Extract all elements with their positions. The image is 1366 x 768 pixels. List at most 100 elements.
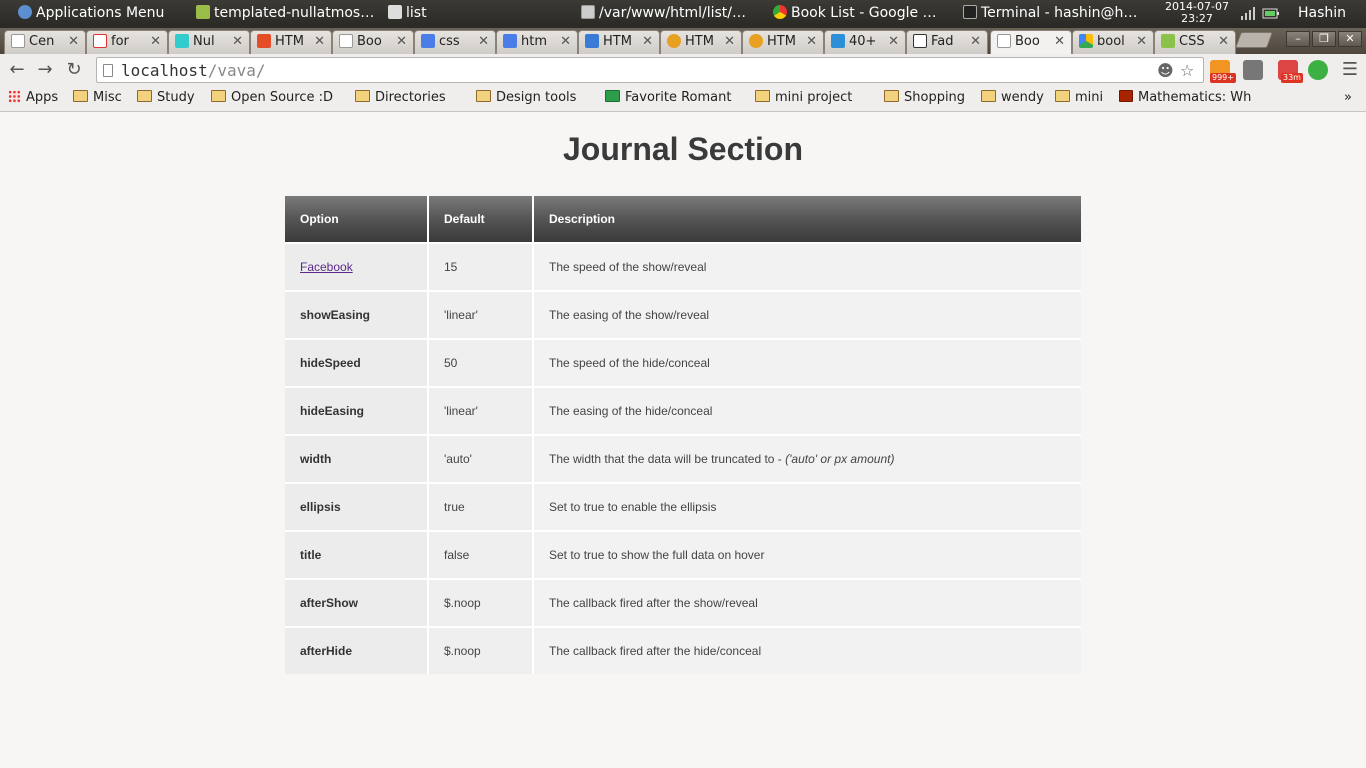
- maximize-button[interactable]: ❐: [1312, 31, 1336, 47]
- page-info-icon[interactable]: [103, 64, 113, 77]
- close-icon[interactable]: ✕: [232, 34, 243, 49]
- close-icon[interactable]: ✕: [1218, 34, 1229, 49]
- reddit-icon[interactable]: ☻: [1157, 61, 1174, 80]
- table-row: afterHide $.noop The callback fired afte…: [285, 626, 1081, 674]
- folder-icon: [1055, 90, 1070, 102]
- keyboard-icon[interactable]: [1243, 60, 1263, 80]
- close-icon[interactable]: ✕: [1054, 34, 1065, 49]
- q-icon: [1119, 90, 1133, 102]
- default-cell: 'linear': [429, 386, 534, 434]
- table-row: hideSpeed 50 The speed of the hide/conce…: [285, 338, 1081, 386]
- bookmark-folder-shopping[interactable]: Shopping: [884, 90, 965, 105]
- back-arrow-icon[interactable]: ←: [5, 58, 29, 82]
- editor-icon: [196, 5, 210, 19]
- close-icon[interactable]: ✕: [806, 34, 817, 49]
- column-header-option: Option: [285, 196, 429, 242]
- battery-icon[interactable]: [1262, 6, 1280, 21]
- drive-icon: [1079, 34, 1093, 48]
- bookmark-folder-mini-project[interactable]: mini project: [755, 90, 852, 105]
- facebook-link[interactable]: Facebook: [300, 260, 353, 274]
- flower-icon: [749, 34, 763, 48]
- bookmark-star-icon[interactable]: ☆: [1180, 61, 1194, 80]
- browser-tab[interactable]: Boo ✕: [332, 30, 414, 54]
- close-icon[interactable]: ✕: [1136, 34, 1147, 49]
- close-window-button[interactable]: ✕: [1338, 31, 1362, 47]
- bookmark-folder-wendy[interactable]: wendy: [981, 90, 1044, 105]
- close-icon[interactable]: ✕: [396, 34, 407, 49]
- close-icon[interactable]: ✕: [68, 34, 79, 49]
- description-cell: The easing of the show/reveal: [534, 290, 1081, 338]
- bookmark-folder-misc[interactable]: Misc: [73, 90, 122, 105]
- google-icon: [503, 34, 517, 48]
- timer-badge: 33m: [1281, 73, 1303, 83]
- default-cell: 15: [429, 242, 534, 290]
- forward-arrow-icon[interactable]: →: [33, 58, 57, 82]
- browser-tab[interactable]: bool ✕: [1072, 30, 1154, 54]
- image-viewer-icon: [581, 5, 595, 19]
- close-icon[interactable]: ✕: [724, 34, 735, 49]
- bookmark-folder-design-tools[interactable]: Design tools: [476, 90, 576, 105]
- taskbar-window-1[interactable]: templated-nullatmos…: [196, 0, 382, 28]
- clock[interactable]: 2014-07-07 23:27: [1160, 0, 1234, 28]
- description-cell: Set to true to enable the ellipsis: [534, 482, 1081, 530]
- taskbar-window-3[interactable]: /var/www/html/list/…: [581, 0, 767, 28]
- browser-tab[interactable]: 40+ ✕: [824, 30, 906, 54]
- menu-icon[interactable]: ☰: [1338, 58, 1362, 82]
- browser-tab-active[interactable]: Boo ✕: [990, 30, 1072, 54]
- bookmark-folder-mini[interactable]: mini: [1055, 90, 1103, 105]
- close-icon[interactable]: ✕: [478, 34, 489, 49]
- description-cell: The easing of the hide/conceal: [534, 386, 1081, 434]
- browser-tab[interactable]: HTM ✕: [578, 30, 660, 54]
- close-icon[interactable]: ✕: [150, 34, 161, 49]
- close-icon[interactable]: ✕: [970, 34, 981, 49]
- close-icon[interactable]: ✕: [314, 34, 325, 49]
- browser-tab[interactable]: Cen ✕: [4, 30, 86, 54]
- bookmark-apps[interactable]: Apps: [8, 90, 58, 105]
- column-header-default: Default: [429, 196, 534, 242]
- folder-icon: [755, 90, 770, 102]
- close-icon[interactable]: ✕: [888, 34, 899, 49]
- hangouts-icon[interactable]: [1308, 60, 1328, 80]
- browser-tab[interactable]: Fad ✕: [906, 30, 988, 54]
- new-tab-button[interactable]: [1235, 32, 1273, 48]
- bookmark-folder-study[interactable]: Study: [137, 90, 195, 105]
- table-row: Facebook 15 The speed of the show/reveal: [285, 242, 1081, 290]
- browser-tab[interactable]: Nul ✕: [168, 30, 250, 54]
- f-icon: [831, 34, 845, 48]
- network-signal-icon[interactable]: [1240, 6, 1256, 21]
- taskbar-window-4[interactable]: Book List - Google …: [773, 0, 955, 28]
- address-bar[interactable]: localhost/vava/ ☻ ☆: [96, 57, 1204, 83]
- window-icon: [585, 34, 599, 48]
- bookmark-folder-directories[interactable]: Directories: [355, 90, 446, 105]
- minimize-button[interactable]: –: [1286, 31, 1310, 47]
- taskbar-window-2[interactable]: list: [388, 0, 468, 28]
- browser-tab[interactable]: CSS ✕: [1154, 30, 1236, 54]
- browser-tab[interactable]: HTM ✕: [250, 30, 332, 54]
- folder-icon: [476, 90, 491, 102]
- browser-tab[interactable]: css ✕: [414, 30, 496, 54]
- taskbar-window-5[interactable]: Terminal - hashin@h…: [963, 0, 1153, 28]
- folder-icon: [884, 90, 899, 102]
- description-cell: The speed of the hide/conceal: [534, 338, 1081, 386]
- more-bookmarks-chevron-icon[interactable]: »: [1344, 90, 1352, 105]
- applications-menu-button[interactable]: Applications Menu: [18, 0, 164, 28]
- table-row: ellipsis true Set to true to enable the …: [285, 482, 1081, 530]
- close-icon[interactable]: ✕: [642, 34, 653, 49]
- close-icon[interactable]: ✕: [560, 34, 571, 49]
- reload-icon[interactable]: ↻: [62, 58, 86, 82]
- chrome-icon: [773, 5, 787, 19]
- bookmark-mathematics[interactable]: Mathematics: Wh: [1119, 90, 1257, 105]
- user-menu[interactable]: Hashin: [1298, 0, 1346, 28]
- url-text[interactable]: localhost/vava/: [121, 61, 266, 80]
- browser-tab[interactable]: HTM ✕: [660, 30, 742, 54]
- browser-tab[interactable]: HTM ✕: [742, 30, 824, 54]
- bookmark-favorite-romant[interactable]: Favorite Romant: [605, 90, 745, 105]
- bookmark-folder-open-source[interactable]: Open Source :D: [211, 90, 333, 105]
- browser-tab[interactable]: htm ✕: [496, 30, 578, 54]
- default-cell: false: [429, 530, 534, 578]
- description-note: ('auto' or px amount): [785, 452, 895, 466]
- default-cell: 50: [429, 338, 534, 386]
- table-header-row: Option Default Description: [285, 196, 1081, 242]
- description-cell: The callback fired after the show/reveal: [534, 578, 1081, 626]
- browser-tab[interactable]: for ✕: [86, 30, 168, 54]
